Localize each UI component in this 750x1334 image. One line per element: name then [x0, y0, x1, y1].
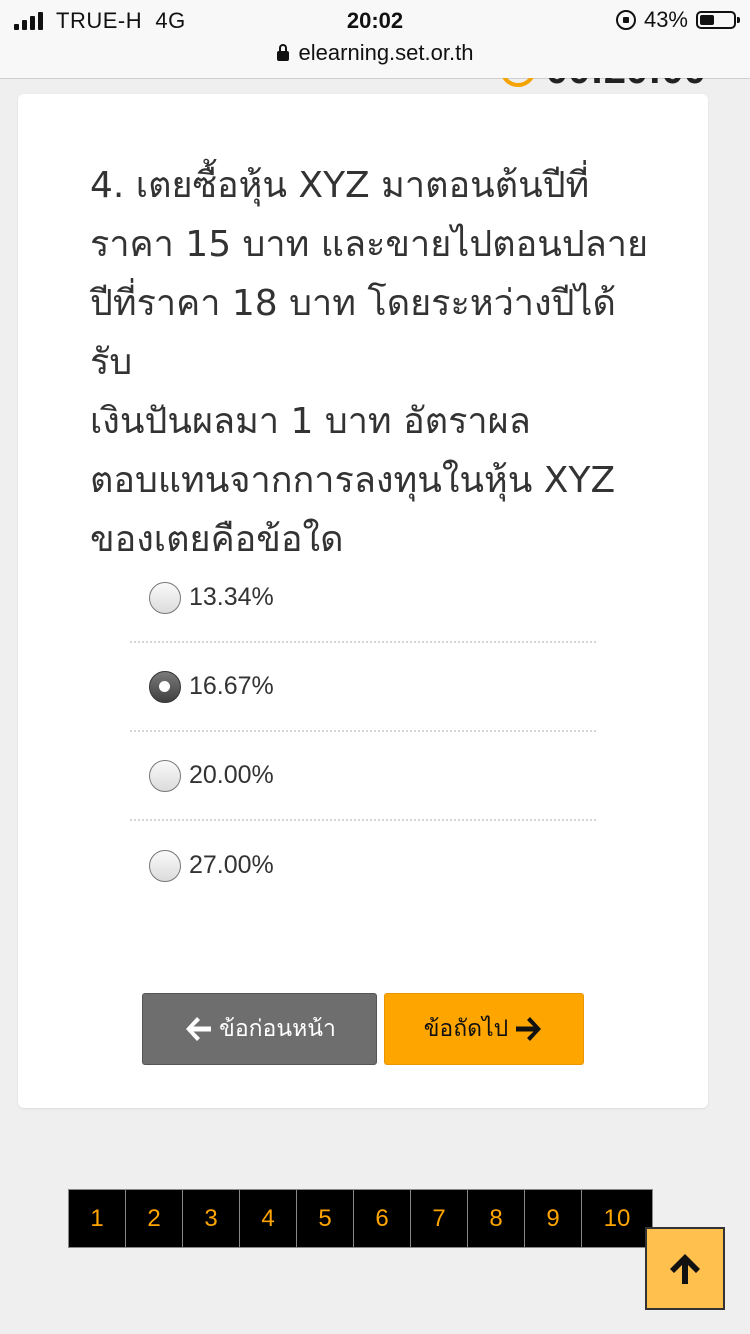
question-line: 4. เตยซื้อหุ้น XYZ มาตอนต้นปีที่ [90, 165, 590, 206]
page-link-3[interactable]: 3 [183, 1190, 240, 1247]
page-link-5[interactable]: 5 [297, 1190, 354, 1247]
answer-option[interactable]: 13.34% [130, 554, 596, 643]
answer-option[interactable]: 20.00% [130, 732, 596, 821]
answer-option[interactable]: 16.67% [130, 643, 596, 732]
radio-button[interactable] [149, 759, 181, 792]
url-text: elearning.set.or.th [298, 40, 474, 65]
page-link-9[interactable]: 9 [525, 1190, 582, 1247]
answer-option[interactable]: 27.00% [130, 821, 596, 910]
scroll-to-top-button[interactable] [645, 1227, 725, 1310]
question-card: 4. เตยซื้อหุ้น XYZ มาตอนต้นปีที่ ราคา 15… [18, 94, 708, 1108]
status-right: 43% [615, 7, 740, 33]
next-button-label: ข้อถัดไป [423, 1016, 509, 1042]
option-label[interactable]: 13.34% [189, 583, 274, 612]
page-link-2[interactable]: 2 [126, 1190, 183, 1247]
address-bar[interactable]: elearning.set.or.th [0, 40, 750, 79]
page-link-4[interactable]: 4 [240, 1190, 297, 1247]
option-label[interactable]: 20.00% [189, 761, 274, 790]
answer-options: 13.34% 16.67% 20.00% 27.00% [130, 554, 596, 910]
battery-icon [696, 11, 740, 29]
previous-button-label: ข้อก่อนหน้า [219, 1016, 336, 1042]
radio-button[interactable] [149, 581, 181, 614]
arrow-right-icon [516, 1017, 542, 1041]
page-link-7[interactable]: 7 [411, 1190, 468, 1247]
padlock-icon [276, 44, 289, 61]
question-line: ปีที่ราคา 18 บาท โดยระหว่างปีได้รับ [90, 283, 616, 383]
question-text: 4. เตยซื้อหุ้น XYZ มาตอนต้นปีที่ ราคา 15… [90, 156, 650, 569]
arrow-up-icon [670, 1253, 700, 1284]
battery-percent: 43% [643, 7, 688, 32]
radio-button[interactable] [149, 670, 181, 703]
page-link-8[interactable]: 8 [468, 1190, 525, 1247]
orientation-lock-icon [615, 10, 636, 30]
option-label[interactable]: 27.00% [189, 851, 274, 880]
option-label[interactable]: 16.67% [189, 672, 274, 701]
question-line: เงินปันผลมา 1 บาท อัตราผล [90, 401, 531, 442]
question-line: ราคา 15 บาท และขายไปตอนปลาย [90, 224, 649, 265]
page-link-1[interactable]: 1 [69, 1190, 126, 1247]
status-bar: TRUE-H 4G 20:02 43% [0, 0, 750, 40]
question-pager: 1 2 3 4 5 6 7 8 9 10 [68, 1189, 653, 1248]
previous-question-button[interactable]: ข้อก่อนหน้า [142, 993, 377, 1065]
next-question-button[interactable]: ข้อถัดไป [384, 993, 584, 1065]
radio-button[interactable] [149, 849, 181, 882]
page-link-6[interactable]: 6 [354, 1190, 411, 1247]
arrow-left-icon [186, 1017, 212, 1041]
page-link-10[interactable]: 10 [582, 1190, 652, 1247]
question-line: ตอบแทนจากการลงทุนในหุ้น XYZ [90, 460, 616, 501]
